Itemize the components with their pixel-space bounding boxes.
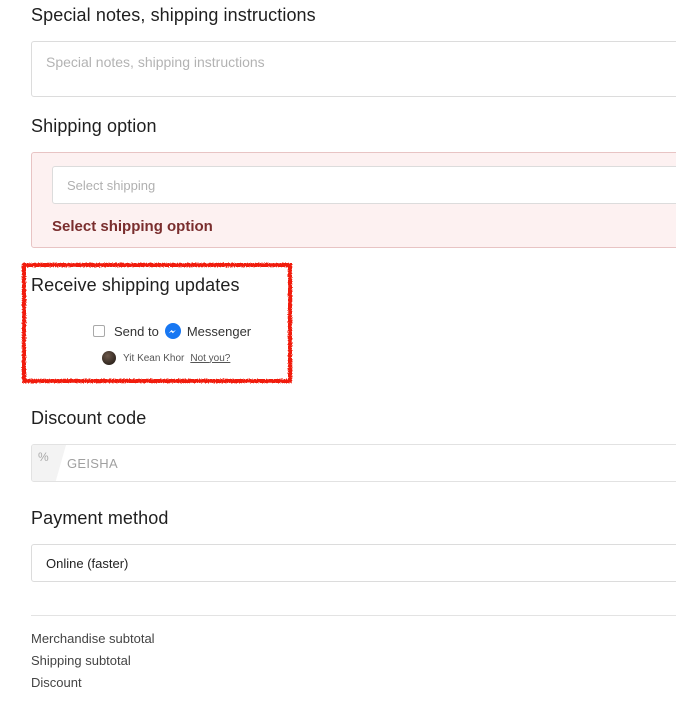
shipping-select-placeholder: Select shipping (67, 178, 156, 193)
discount-label: Discount (31, 675, 82, 690)
payment-title: Payment method (31, 508, 169, 528)
discount-code-value: GEISHA (67, 456, 118, 471)
payment-method-value: Online (faster) (46, 556, 129, 571)
shipping-error-message: Select shipping option (52, 218, 213, 235)
shipping-option-panel: Select shipping Select shipping option (31, 152, 676, 248)
shipping-select[interactable]: Select shipping (52, 166, 676, 204)
percent-icon: % (38, 450, 49, 464)
divider (31, 615, 676, 616)
notes-title: Special notes, shipping instructions (31, 5, 316, 25)
payment-method-select[interactable]: Online (faster) (31, 544, 676, 582)
checkout-form: Special notes, shipping instructions Spe… (0, 0, 676, 704)
highlight-annotation (22, 263, 292, 383)
discount-title: Discount code (31, 408, 147, 428)
shipping-title: Shipping option (31, 116, 157, 136)
notes-textarea[interactable]: Special notes, shipping instructions (31, 41, 676, 97)
discount-code-input[interactable]: % GEISHA (31, 444, 676, 482)
merchandise-subtotal-label: Merchandise subtotal (31, 631, 155, 646)
shipping-subtotal-label: Shipping subtotal (31, 653, 131, 668)
notes-placeholder: Special notes, shipping instructions (46, 54, 265, 70)
